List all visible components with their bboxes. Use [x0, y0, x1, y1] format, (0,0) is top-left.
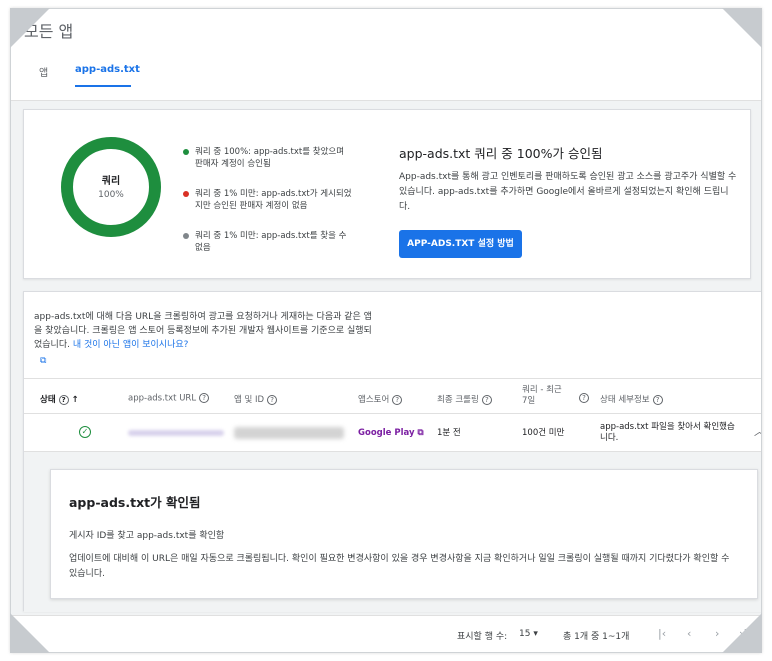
table-row[interactable]: ✓ Google Play ⧉ 1분 전 100건 미만 app-ads.txt…: [24, 414, 761, 452]
prev-page-icon[interactable]: ‹: [687, 627, 691, 640]
summary-headline: app-ads.txt 쿼리 중 100%가 승인됨: [399, 146, 603, 161]
queries-donut-chart: 쿼리 100%: [58, 134, 164, 240]
legend-item-not-found: 쿼리 중 1% 미만: app-ads.txt를 찾을 수 없음: [183, 230, 353, 254]
help-icon[interactable]: ?: [199, 393, 210, 403]
header: 모든 앱 앱 app-ads.txt: [11, 9, 761, 101]
help-icon[interactable]: ?: [58, 394, 69, 405]
red-dot-icon: [183, 191, 189, 197]
column-queries-label: 쿼리 - 최근: [522, 385, 562, 395]
dropdown-arrow-icon: ▾: [533, 629, 538, 639]
green-dot-icon: [183, 149, 189, 155]
status-detail-cell: app-ads.txt 파일을 찾아서 확인했습니다.: [600, 422, 735, 443]
help-icon[interactable]: ?: [579, 393, 589, 403]
summary-card: 쿼리 100% 쿼리 중 100%: app-ads.txt를 찾았으며 판매자…: [23, 109, 751, 279]
sort-arrow-up-icon[interactable]: ↑: [72, 395, 79, 405]
next-page-icon[interactable]: ›: [715, 627, 719, 640]
donut-percent: 100%: [98, 190, 124, 200]
column-last-crawl-label: 최종 크롤링: [437, 395, 479, 405]
column-store-label: 앱스토어: [358, 395, 390, 405]
queries-cell: 100건 미만: [522, 428, 565, 438]
check-circle-icon: ✓: [79, 426, 91, 438]
not-my-app-link[interactable]: 내 것이 아닌 앱이 보이시나요?: [73, 340, 189, 350]
redacted-url: [128, 430, 224, 436]
row-detail-area: app-ads.txt가 확인됨 게시자 ID를 찾고 app-ads.txt를…: [24, 452, 761, 612]
column-app-id-label: 앱 및 ID: [234, 395, 265, 405]
store-name: Google Play: [358, 428, 415, 438]
column-store: 앱스토어?: [358, 393, 403, 405]
legend-text: 쿼리 중 1% 미만: app-ads.txt를 찾을 수 없음: [195, 231, 347, 253]
column-queries-label-2: 7일: [522, 396, 536, 406]
donut-title: 쿼리: [101, 176, 121, 187]
rows-per-page-label: 표시할 행 수:: [457, 632, 508, 642]
column-status-label: 상태: [40, 395, 56, 405]
column-url-label: app-ads.txt URL: [128, 393, 197, 404]
legend-item-unauthorized: 쿼리 중 1% 미만: app-ads.txt가 게시되었지만 승인된 판매자 …: [183, 188, 353, 212]
chevron-up-icon[interactable]: ︿: [754, 426, 761, 437]
photo-corner: [722, 8, 762, 48]
column-status-detail: 상태 세부정보?: [600, 393, 663, 405]
last-crawl-cell: 1분 전: [437, 428, 461, 438]
store-link[interactable]: Google Play ⧉: [358, 428, 424, 439]
pagination-bar: 표시할 행 수: 15 ▾ 총 1개 중 1~1개 |‹ ‹ › ›|: [11, 615, 761, 652]
column-queries-help[interactable]: ?: [576, 393, 589, 404]
column-app-id: 앱 및 ID?: [234, 393, 278, 405]
legend-text: 쿼리 중 100%: app-ads.txt를 찾았으며 판매자 계정이 승인됨: [195, 147, 345, 169]
rows-per-page-select[interactable]: 15 ▾: [519, 629, 538, 639]
column-last-crawl: 최종 크롤링?: [437, 393, 492, 405]
donut-svg: [61, 137, 161, 237]
tab-app-ads-txt[interactable]: app-ads.txt: [75, 64, 140, 75]
tab-apps[interactable]: 앱: [39, 64, 48, 79]
detail-line-2: 업데이트에 대비해 이 URL은 매일 자동으로 크롤링됩니다. 확인이 필요한…: [69, 554, 730, 579]
first-page-icon[interactable]: |‹: [658, 627, 666, 640]
help-icon[interactable]: ?: [392, 394, 403, 405]
detail-line-1: 게시자 ID를 찾고 app-ads.txt를 확인함: [69, 531, 225, 541]
help-icon[interactable]: ?: [652, 394, 663, 405]
app-window: 모든 앱 앱 app-ads.txt 쿼리 100% 쿼리 중 100%: ap…: [10, 8, 762, 653]
summary-description: App-ads.txt를 통해 광고 인벤토리를 판매하도록 승인된 광고 소스…: [399, 172, 737, 212]
external-link-icon[interactable]: ⧉: [40, 356, 46, 366]
legend-text: 쿼리 중 1% 미만: app-ads.txt가 게시되었지만 승인된 판매자 …: [195, 189, 352, 211]
table-header: 상태? ↑ app-ads.txt URL? 앱 및 ID? 앱스토어? 최종 …: [24, 378, 761, 414]
setup-guide-button[interactable]: APP-ADS.TXT 설정 방법: [399, 230, 522, 258]
grey-dot-icon: [183, 233, 189, 239]
page-range: 총 1개 중 1~1개: [563, 632, 630, 642]
detail-title: app-ads.txt가 확인됨: [69, 495, 201, 510]
photo-corner: [10, 613, 50, 653]
help-icon[interactable]: ?: [267, 394, 278, 405]
legend-item-approved: 쿼리 중 100%: app-ads.txt를 찾았으며 판매자 계정이 승인됨: [183, 146, 353, 170]
photo-corner: [722, 613, 762, 653]
help-icon[interactable]: ?: [481, 394, 492, 405]
external-link-icon: ⧉: [417, 428, 424, 438]
detail-card: app-ads.txt가 확인됨 게시자 ID를 찾고 app-ads.txt를…: [50, 469, 758, 599]
column-queries: 쿼리 - 최근 7일: [522, 385, 562, 407]
donut-approved-arc: [61, 137, 161, 237]
apps-table-card: app-ads.txt에 대해 다음 URL을 크롤링하여 광고를 요청하거나 …: [23, 291, 761, 612]
column-url: app-ads.txt URL?: [128, 393, 210, 404]
table-intro: app-ads.txt에 대해 다음 URL을 크롤링하여 광고를 요청하거나 …: [34, 310, 374, 352]
column-status-detail-label: 상태 세부정보: [600, 395, 650, 405]
column-status[interactable]: 상태? ↑: [40, 393, 79, 405]
redacted-app-id: [234, 427, 344, 439]
active-tab-indicator: [75, 85, 131, 87]
photo-corner: [10, 8, 50, 48]
rows-per-page-value: 15: [519, 629, 531, 639]
